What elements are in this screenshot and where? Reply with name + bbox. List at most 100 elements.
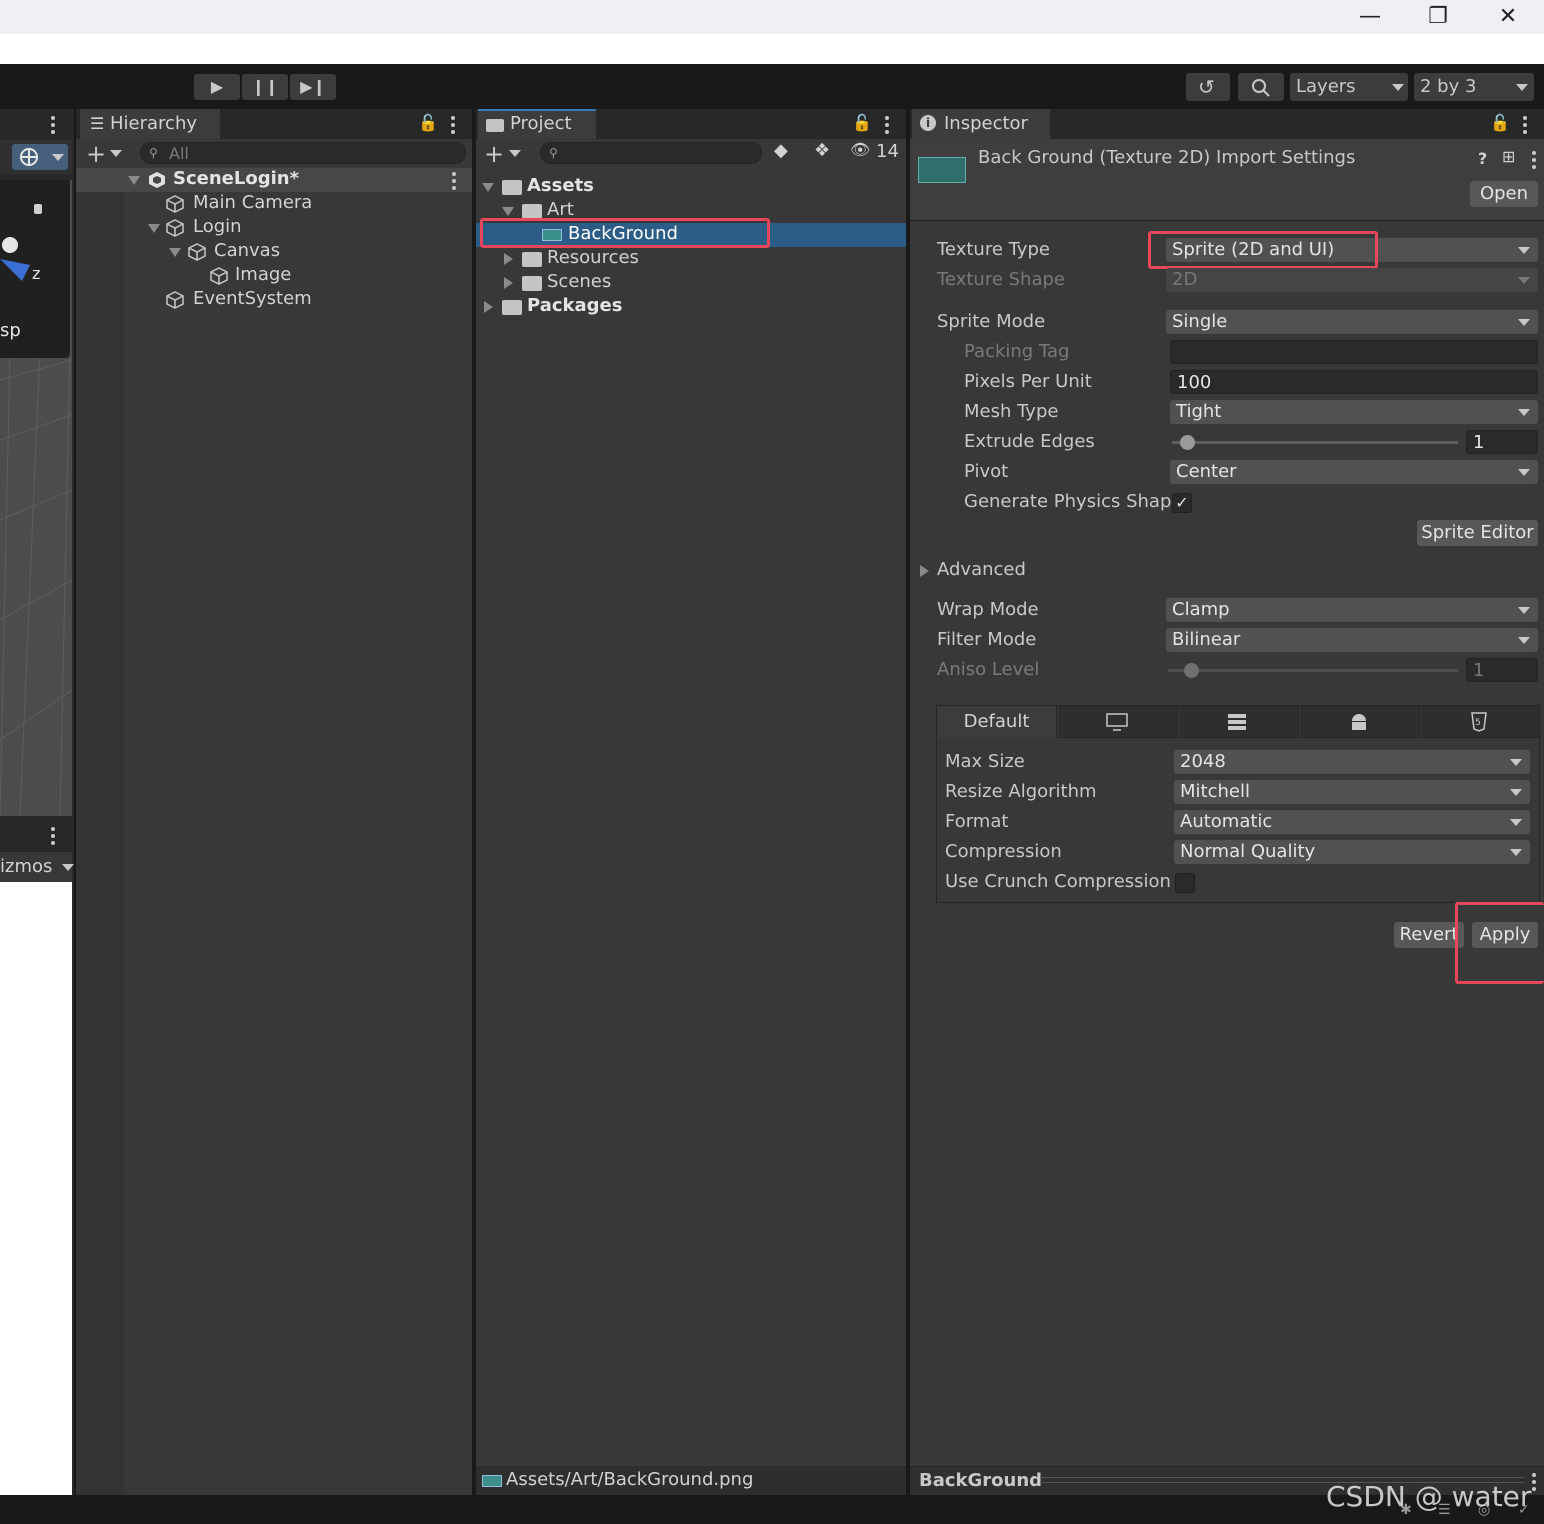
revert-button[interactable]: Revert <box>1394 922 1464 948</box>
filter-mode-dropdown[interactable]: Bilinear <box>1166 628 1538 652</box>
expand-arrow-icon[interactable] <box>128 176 140 185</box>
project-status-bar: Assets/Art/BackGround.png <box>476 1466 906 1495</box>
pause-button[interactable]: ❙❙ <box>242 74 288 100</box>
resize-algorithm-dropdown[interactable]: Mitchell <box>1174 780 1530 804</box>
search-button[interactable] <box>1238 73 1284 101</box>
compression-value: Normal Quality <box>1180 841 1316 862</box>
list-item[interactable]: Main Camera <box>124 192 472 216</box>
restore-icon[interactable]: ❐ <box>1408 0 1468 34</box>
format-dropdown[interactable]: Automatic <box>1174 810 1530 834</box>
kebab-menu-icon[interactable] <box>452 172 456 193</box>
list-item[interactable]: EventSystem <box>124 288 472 312</box>
tab-webgl-platform[interactable]: 5 <box>1421 706 1539 738</box>
open-button[interactable]: Open <box>1470 181 1538 207</box>
hierarchy-panel <box>76 109 472 1495</box>
tab-default-platform[interactable]: Default <box>937 706 1057 738</box>
inspector-header: Back Ground (Texture 2D) Import Settings… <box>910 139 1544 221</box>
expand-arrow-icon[interactable] <box>169 248 181 257</box>
add-icon[interactable]: + <box>484 140 504 168</box>
expand-arrow-icon[interactable] <box>502 207 514 216</box>
mesh-type-dropdown[interactable]: Tight <box>1170 400 1538 424</box>
tab-android-platform[interactable] <box>1300 706 1420 738</box>
advanced-foldout[interactable]: Advanced <box>918 559 1218 583</box>
kebab-menu-icon[interactable] <box>1523 116 1527 137</box>
highlight-annotation <box>1148 231 1378 269</box>
tree-item-label: Scenes <box>547 271 612 292</box>
kebab-menu-icon[interactable] <box>51 116 55 137</box>
extrude-edges-input[interactable]: 1 <box>1466 430 1538 454</box>
layers-dropdown[interactable]: Layers <box>1290 73 1408 101</box>
kebab-menu-icon[interactable] <box>885 116 889 137</box>
packing-tag-input[interactable] <box>1170 340 1538 364</box>
generate-physics-checkbox[interactable]: ✓ <box>1172 493 1192 513</box>
expand-arrow-icon[interactable] <box>482 183 494 192</box>
tree-item-assets[interactable]: Assets <box>476 175 906 199</box>
project-search-input[interactable]: ⚲ <box>540 142 762 164</box>
list-item[interactable]: Login <box>124 216 472 240</box>
expand-arrow-icon[interactable] <box>148 224 160 233</box>
add-icon[interactable]: + <box>86 140 106 168</box>
list-item[interactable]: Image <box>124 264 472 288</box>
lock-icon[interactable]: 🔓 <box>852 113 872 132</box>
chevron-down-icon[interactable] <box>110 150 122 157</box>
kebab-menu-icon[interactable] <box>451 116 455 137</box>
extrude-slider-track[interactable] <box>1172 441 1458 444</box>
expand-arrow-icon[interactable] <box>504 253 513 265</box>
label-tag-icon[interactable]: ❖ <box>814 140 830 161</box>
resize-algorithm-label: Resize Algorithm <box>945 781 1097 802</box>
kebab-menu-icon[interactable] <box>51 827 55 848</box>
filter-by-type-icon[interactable]: ◆ <box>774 140 788 161</box>
hierarchy-search-input[interactable]: ⚲ All <box>140 142 466 164</box>
kebab-menu-icon[interactable] <box>1532 151 1536 172</box>
hidden-packages-toggle[interactable]: 👁 14 <box>850 140 902 164</box>
folder-icon <box>522 276 542 291</box>
wrap-mode-dropdown[interactable]: Clamp <box>1166 598 1538 622</box>
sprite-editor-button[interactable]: Sprite Editor <box>1417 520 1538 546</box>
lock-icon[interactable] <box>34 204 42 214</box>
play-button[interactable]: ▶ <box>194 74 240 100</box>
tab-standalone-platform[interactable] <box>1058 706 1178 738</box>
chevron-down-icon[interactable] <box>509 150 521 157</box>
expand-arrow-icon[interactable] <box>484 301 493 313</box>
tab-inspector[interactable]: i Inspector <box>912 109 1050 139</box>
expand-arrow-icon <box>920 565 929 577</box>
resize-algorithm-value: Mitchell <box>1180 781 1250 802</box>
layout-dropdown[interactable]: 2 by 3 <box>1414 73 1534 101</box>
crunch-compression-checkbox[interactable] <box>1175 873 1195 893</box>
search-icon: ⚲ <box>549 146 558 160</box>
pivot-dropdown[interactable]: Center <box>1170 460 1538 484</box>
close-icon[interactable]: ✕ <box>1478 0 1538 34</box>
presets-icon[interactable]: ⊞ <box>1502 147 1515 166</box>
tab-server-platform[interactable] <box>1179 706 1299 738</box>
minimize-icon[interactable]: — <box>1340 0 1400 34</box>
tab-project[interactable]: Project <box>478 109 596 139</box>
sprite-mode-dropdown[interactable]: Single <box>1166 310 1538 334</box>
step-button[interactable]: ▶❙ <box>290 74 336 100</box>
compression-dropdown[interactable]: Normal Quality <box>1174 840 1530 864</box>
tree-item-packages[interactable]: Packages <box>476 295 906 319</box>
expand-arrow-icon[interactable] <box>504 277 513 289</box>
gizmos-label[interactable]: izmos <box>0 856 52 877</box>
tree-item-scenes[interactable]: Scenes <box>476 271 906 295</box>
scene-header-row[interactable]: SceneLogin* <box>76 168 472 192</box>
persp-label[interactable]: sp <box>0 320 21 341</box>
lock-icon[interactable]: 🔓 <box>418 113 438 132</box>
max-size-dropdown[interactable]: 2048 <box>1174 750 1530 774</box>
kebab-menu-icon[interactable] <box>1532 1473 1536 1494</box>
undo-history-button[interactable]: ↺ <box>1186 73 1230 101</box>
tree-item-label: Art <box>547 199 574 220</box>
list-item[interactable]: Canvas <box>124 240 472 264</box>
tab-hierarchy[interactable]: ☰ Hierarchy <box>80 109 220 139</box>
gameobject-cube-icon <box>188 243 206 261</box>
chevron-down-icon[interactable] <box>62 864 74 871</box>
pixels-per-unit-input[interactable]: 100 <box>1170 370 1538 394</box>
asset-path: Assets/Art/BackGround.png <box>506 1469 754 1490</box>
chevron-down-icon <box>1518 607 1530 614</box>
tree-item-resources[interactable]: Resources <box>476 247 906 271</box>
lock-icon[interactable]: 🔓 <box>1490 113 1510 132</box>
extrude-slider-handle[interactable] <box>1180 435 1195 450</box>
transform-tool-button[interactable] <box>12 144 68 170</box>
help-icon[interactable]: ? <box>1478 149 1487 168</box>
tree-item-label: Packages <box>527 295 623 316</box>
axis-z-label: z <box>32 264 41 283</box>
